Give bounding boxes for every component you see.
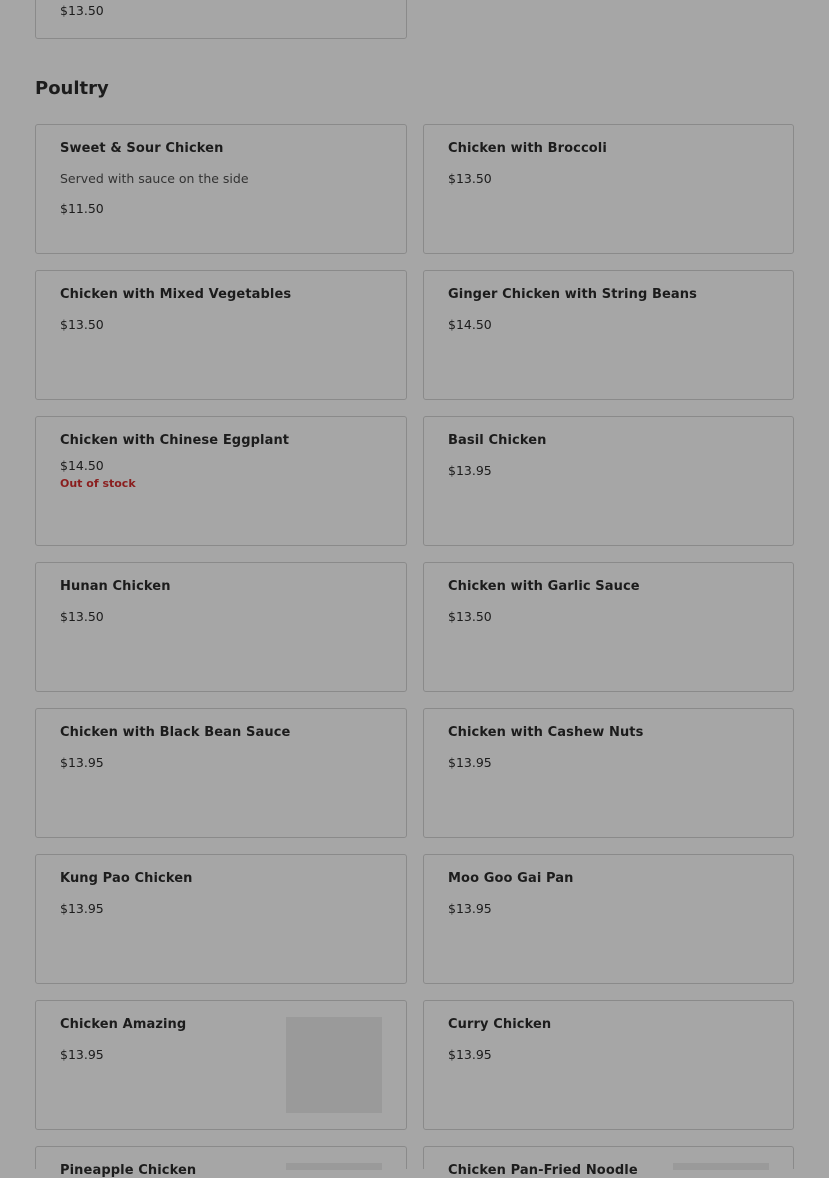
item-name: Chicken with Cashew Nuts xyxy=(448,725,644,740)
item-price: $13.50 xyxy=(60,3,104,18)
item-price: $13.95 xyxy=(448,1047,492,1062)
menu-item-card[interactable]: $13.50 xyxy=(35,0,407,39)
menu-item-card[interactable]: Curry Chicken $13.95 xyxy=(423,1000,794,1130)
menu-item-card[interactable]: Ginger Chicken with String Beans $14.50 xyxy=(423,270,794,400)
item-price: $13.95 xyxy=(448,755,492,770)
item-price: $13.95 xyxy=(60,901,104,916)
menu-item-card[interactable]: Pineapple Chicken xyxy=(35,1146,407,1178)
menu-item-card[interactable]: Chicken with Chinese Eggplant $14.50 Out… xyxy=(35,416,407,546)
item-name: Chicken with Garlic Sauce xyxy=(448,579,640,594)
menu-item-card[interactable]: Hunan Chicken $13.50 xyxy=(35,562,407,692)
item-description: Served with sauce on the side xyxy=(60,171,249,186)
item-name: Chicken with Black Bean Sauce xyxy=(60,725,291,740)
item-name: Hunan Chicken xyxy=(60,579,171,594)
item-name: Ginger Chicken with String Beans xyxy=(448,287,697,302)
menu-item-card[interactable]: Kung Pao Chicken $13.95 xyxy=(35,854,407,984)
item-name: Chicken with Broccoli xyxy=(448,141,607,156)
item-price: $13.50 xyxy=(60,609,104,624)
item-name: Pineapple Chicken xyxy=(60,1163,197,1178)
item-name: Curry Chicken xyxy=(448,1017,552,1032)
item-name: Chicken with Chinese Eggplant xyxy=(60,433,290,448)
menu-item-card[interactable]: Chicken with Broccoli $13.50 xyxy=(423,124,794,254)
menu-item-card[interactable]: Chicken with Garlic Sauce $13.50 xyxy=(423,562,794,692)
item-name: Sweet & Sour Chicken xyxy=(60,141,224,156)
menu-item-card[interactable]: Chicken Pan-Fried Noodle xyxy=(423,1146,794,1178)
out-of-stock-badge: Out of stock xyxy=(60,477,136,490)
item-price: $11.50 xyxy=(60,201,104,216)
item-name: Moo Goo Gai Pan xyxy=(448,871,574,886)
item-name: Chicken Amazing xyxy=(60,1017,187,1032)
item-price: $13.95 xyxy=(60,755,104,770)
menu-item-card[interactable]: Basil Chicken $13.95 xyxy=(423,416,794,546)
item-price: $13.50 xyxy=(448,609,492,624)
item-name: Kung Pao Chicken xyxy=(60,871,193,886)
item-price: $14.50 xyxy=(448,317,492,332)
section-title: Poultry xyxy=(35,78,109,99)
menu-item-card[interactable]: Moo Goo Gai Pan $13.95 xyxy=(423,854,794,984)
item-price: $13.50 xyxy=(60,317,104,332)
item-name: Chicken Pan-Fried Noodle xyxy=(448,1163,638,1178)
item-name: Basil Chicken xyxy=(448,433,547,448)
item-price: $13.95 xyxy=(60,1047,104,1062)
item-price: $13.95 xyxy=(448,901,492,916)
item-price: $13.95 xyxy=(448,463,492,478)
menu-item-card[interactable]: Chicken with Cashew Nuts $13.95 xyxy=(423,708,794,838)
menu-item-card[interactable]: Chicken with Mixed Vegetables $13.50 xyxy=(35,270,407,400)
item-name: Chicken with Mixed Vegetables xyxy=(60,287,292,302)
item-image xyxy=(286,1017,382,1113)
item-price: $13.50 xyxy=(448,171,492,186)
menu-item-card[interactable]: Chicken with Black Bean Sauce $13.95 xyxy=(35,708,407,838)
menu-item-card[interactable]: Chicken Amazing $13.95 xyxy=(35,1000,407,1130)
item-price: $14.50 xyxy=(60,458,104,473)
menu-item-card[interactable]: Sweet & Sour Chicken Served with sauce o… xyxy=(35,124,407,254)
